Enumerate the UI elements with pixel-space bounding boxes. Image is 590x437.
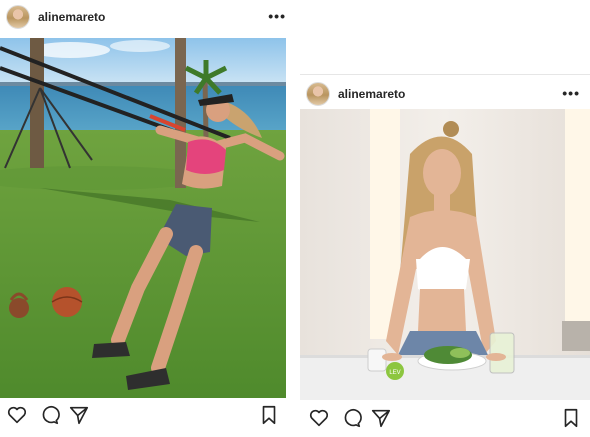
more-options-icon[interactable]: ••• <box>268 8 286 24</box>
post-header: alinemareto ••• <box>300 77 590 111</box>
comment-icon[interactable] <box>340 407 362 429</box>
share-icon[interactable] <box>68 404 90 426</box>
post-header: alinemareto ••• <box>0 0 296 34</box>
post-left: alinemareto ••• <box>0 0 296 436</box>
heart-icon[interactable] <box>308 407 330 429</box>
avatar[interactable] <box>6 5 30 29</box>
post-actions <box>0 404 296 434</box>
cup-label: LEV <box>389 370 400 376</box>
post-photo[interactable] <box>0 38 286 398</box>
more-options-icon[interactable]: ••• <box>562 85 580 101</box>
post-actions <box>300 407 590 437</box>
comment-icon[interactable] <box>38 404 60 426</box>
avatar[interactable] <box>306 82 330 106</box>
heart-icon[interactable] <box>6 404 28 426</box>
bookmark-icon[interactable] <box>258 404 280 426</box>
share-icon[interactable] <box>370 407 392 429</box>
post-right: alinemareto ••• LEV <box>300 74 590 437</box>
username[interactable]: alinemareto <box>338 87 405 101</box>
username[interactable]: alinemareto <box>38 10 105 24</box>
post-photo[interactable]: LEV <box>300 109 590 400</box>
bookmark-icon[interactable] <box>560 407 582 429</box>
